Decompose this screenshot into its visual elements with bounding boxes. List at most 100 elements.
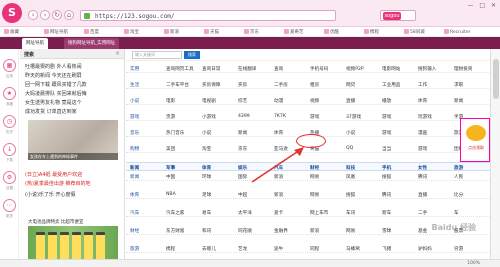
- ad-title[interactable]: 大电池品牌特卖 比超市便宜: [28, 219, 83, 225]
- category-link[interactable]: 音乐: [130, 130, 139, 136]
- section-tab[interactable]: 女性: [418, 165, 427, 171]
- site-link[interactable]: 雪球: [382, 228, 391, 234]
- search-engine-box[interactable]: sogou: [380, 10, 416, 21]
- bookmark-item[interactable]: 58同城: [404, 29, 425, 35]
- news-line[interactable]: (小说)乐了乐 开心度假: [25, 191, 125, 198]
- site-link[interactable]: 穷游: [454, 246, 463, 252]
- bookmark-item[interactable]: 新浪: [164, 29, 179, 35]
- site-link[interactable]: 飞猪: [382, 246, 391, 252]
- category-link[interactable]: 财经: [130, 228, 139, 234]
- site-link[interactable]: 游戏: [382, 114, 391, 120]
- site-link[interactable]: 网易: [346, 228, 355, 234]
- section-tab[interactable]: 军事: [166, 165, 175, 171]
- site-link[interactable]: 新浪: [274, 192, 283, 198]
- bookmark-item[interactable]: Recruiter: [444, 29, 471, 35]
- news-line[interactable]: 吐槽最狠的剧 外人看热闹: [25, 63, 125, 70]
- sidebar-5-icon[interactable]: ⋯: [3, 199, 16, 212]
- bookmark-item[interactable]: 爱奇艺: [284, 29, 304, 35]
- search-input[interactable]: 输入关键词: [132, 51, 182, 59]
- site-link[interactable]: 凤凰: [346, 174, 355, 180]
- site-link[interactable]: 页游: [166, 114, 175, 120]
- section-tab[interactable]: 财经: [310, 165, 319, 171]
- site-link[interactable]: 搜狗输入: [418, 66, 436, 72]
- site-link[interactable]: 途牛: [274, 246, 283, 252]
- site-link[interactable]: 二手: [418, 210, 427, 216]
- bookmark-item[interactable]: 天猫: [204, 29, 219, 35]
- site-link[interactable]: 网上车市: [310, 210, 328, 216]
- category-link[interactable]: 生活: [130, 82, 139, 88]
- site-link[interactable]: 比分: [454, 192, 463, 198]
- site-link[interactable]: 腾讯: [418, 174, 427, 180]
- site-link[interactable]: 中国: [166, 174, 175, 180]
- browser-logo-icon[interactable]: S: [2, 3, 22, 23]
- site-link[interactable]: 小说: [202, 130, 211, 136]
- category-link[interactable]: 游戏: [130, 114, 139, 120]
- site-link[interactable]: 车: [454, 210, 459, 216]
- site-link[interactable]: 去哪儿: [202, 246, 216, 252]
- site-link[interactable]: 艺龙: [238, 246, 247, 252]
- site-link[interactable]: 手机号码: [310, 66, 328, 72]
- site-link[interactable]: 金融界: [274, 228, 288, 234]
- site-link[interactable]: 小游戏: [202, 114, 216, 120]
- site-link[interactable]: 马蜂窝: [346, 246, 360, 252]
- address-bar[interactable]: https://123.sogou.com/: [80, 10, 336, 21]
- forward-icon[interactable]: ›: [40, 10, 50, 20]
- zoom-level[interactable]: 100%: [467, 261, 480, 266]
- site-link[interactable]: 在线翻译: [238, 66, 256, 72]
- site-link[interactable]: 人民: [454, 174, 463, 180]
- site-link[interactable]: NBA: [166, 192, 176, 197]
- section-tab[interactable]: 旅游: [454, 165, 463, 171]
- site-link[interactable]: 播放: [382, 98, 391, 104]
- site-link[interactable]: 买房: [238, 82, 247, 88]
- bookmark-item[interactable]: 京东: [244, 29, 259, 35]
- site-link[interactable]: 视频P2P: [346, 66, 364, 72]
- floating-ad[interactable]: 点击领取: [460, 118, 490, 162]
- site-link[interactable]: 漫画: [418, 130, 427, 136]
- site-link[interactable]: 游戏: [382, 130, 391, 136]
- site-link[interactable]: 理财投资: [454, 66, 472, 72]
- site-link[interactable]: 体育: [418, 98, 427, 104]
- site-link[interactable]: 新浪: [310, 228, 319, 234]
- site-link[interactable]: 游戏: [418, 146, 427, 152]
- window-controls[interactable]: — □ ✕: [467, 2, 498, 9]
- site-link[interactable]: 国际: [238, 174, 247, 180]
- section-tab[interactable]: 手机: [382, 165, 391, 171]
- site-link[interactable]: 环球: [202, 174, 211, 180]
- bookmark-item[interactable]: 携程: [364, 29, 379, 35]
- sidebar-4-icon[interactable]: ⚙: [3, 171, 16, 184]
- site-link[interactable]: 玩游戏: [418, 114, 432, 120]
- site-link[interactable]: 视频: [310, 98, 319, 104]
- site-link[interactable]: 新车: [382, 210, 391, 216]
- site-link[interactable]: 携程: [166, 246, 175, 252]
- site-link[interactable]: 搜狐: [346, 192, 355, 198]
- site-link[interactable]: 腾讯: [382, 192, 391, 198]
- bookmark-item[interactable]: 淘宝: [124, 29, 139, 35]
- category-link[interactable]: 实用: [130, 66, 139, 72]
- site-link[interactable]: 综艺: [238, 98, 247, 104]
- site-link[interactable]: 电影: [166, 98, 175, 104]
- site-link[interactable]: 基金: [418, 228, 427, 234]
- back-icon[interactable]: ‹: [28, 10, 38, 20]
- news-line[interactable]: 昨天的新闻 今天还在刷屏: [25, 72, 125, 79]
- scrollbar[interactable]: [490, 49, 500, 267]
- section-tab[interactable]: 新闻: [130, 165, 139, 171]
- site-link[interactable]: 驴妈妈: [418, 246, 432, 252]
- site-link[interactable]: 7K7K: [274, 114, 286, 119]
- news-line[interactable]: 成功发货 订单直达到家: [25, 108, 125, 115]
- site-link[interactable]: 小说: [346, 130, 355, 136]
- site-link[interactable]: 搜狐: [382, 174, 391, 180]
- bookmark-item[interactable]: 网址导航: [44, 29, 68, 35]
- sidebar-1-icon[interactable]: ★: [3, 87, 16, 100]
- news-photo[interactable]: 女孩在车上遇到的神秘事件: [28, 120, 118, 160]
- site-link[interactable]: 直播: [418, 192, 427, 198]
- site-link[interactable]: 中超: [238, 192, 247, 198]
- site-link[interactable]: 二手车平台: [166, 82, 189, 88]
- section-tab[interactable]: 娱乐: [238, 165, 247, 171]
- search-button[interactable]: 搜索: [184, 51, 200, 59]
- site-link[interactable]: 美团: [166, 146, 175, 152]
- category-link[interactable]: 汽车: [130, 210, 139, 216]
- close-icon[interactable]: ×: [115, 50, 120, 57]
- news-line-red[interactable]: (日立)A4纸 最受用户欢迎: [25, 171, 125, 178]
- site-link[interactable]: 新闻: [238, 130, 247, 136]
- site-link[interactable]: 淘宝: [202, 146, 211, 152]
